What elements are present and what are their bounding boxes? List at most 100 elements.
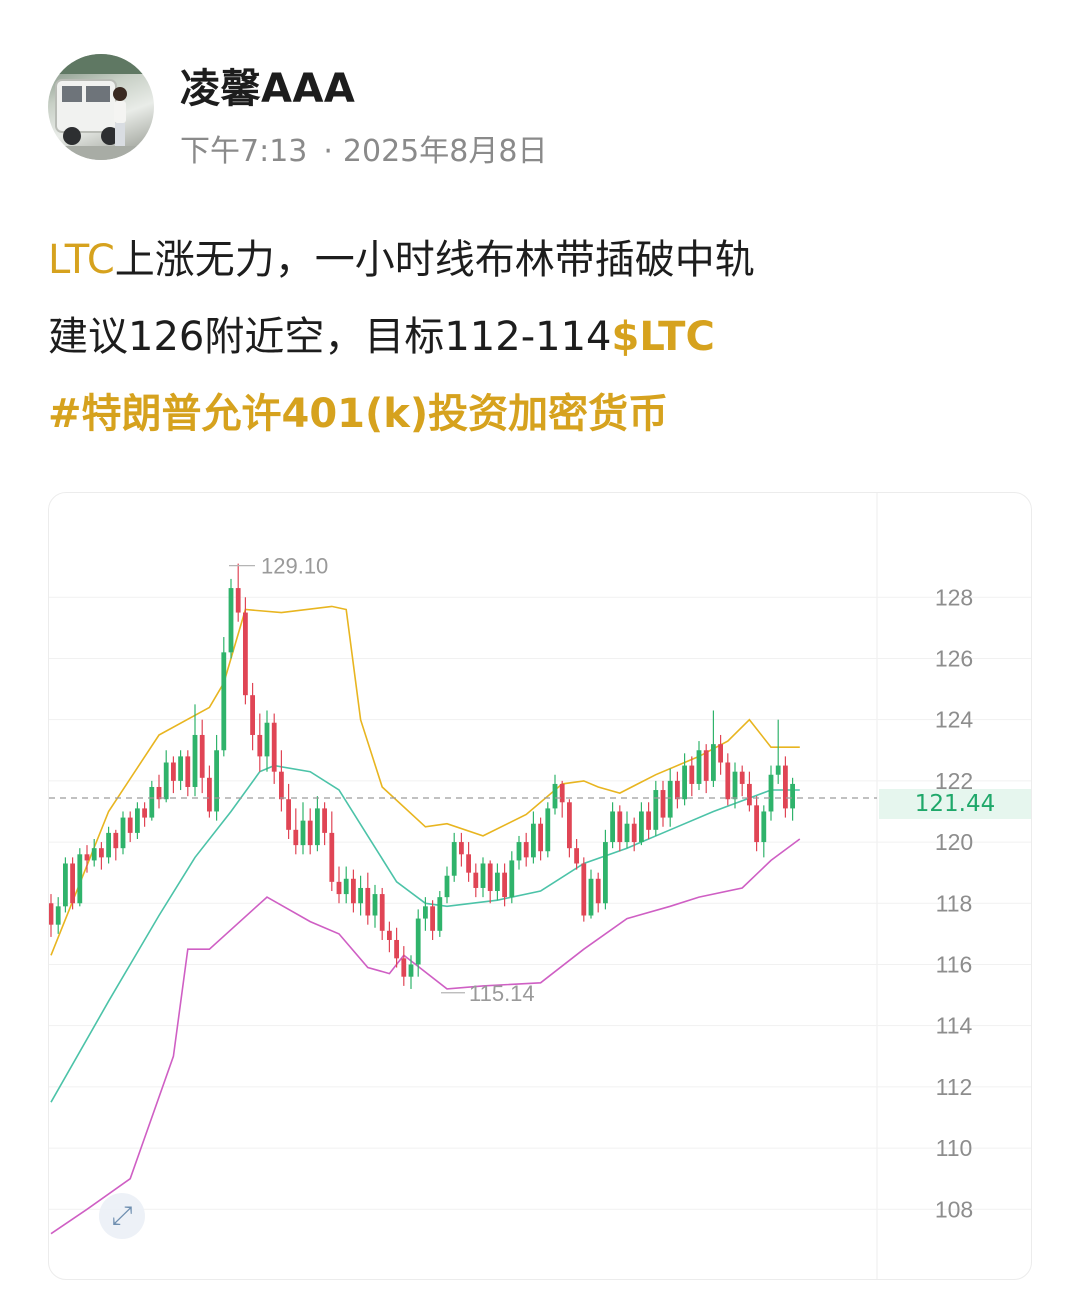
candle-body [221, 652, 227, 751]
candle-body [516, 842, 522, 861]
candle-body [581, 863, 587, 916]
y-tick-label: 110 [936, 1135, 973, 1161]
candle-body [257, 734, 263, 757]
y-tick-label: 128 [935, 584, 973, 610]
post-line-1: LTC上涨无力，一小时线布林带插破中轨 [48, 222, 1038, 299]
candle-body [264, 722, 270, 757]
meta-separator: · [323, 134, 333, 169]
candle-body [437, 897, 443, 931]
author-name[interactable]: 凌馨AAA [180, 56, 355, 114]
candle-body [279, 771, 284, 800]
candle-body [459, 842, 464, 855]
candle-body [322, 808, 327, 833]
candle-body [315, 808, 320, 846]
candle-body [63, 863, 68, 907]
candle-body [250, 695, 255, 735]
y-tick-label: 126 [935, 645, 973, 671]
candle-body [156, 786, 162, 800]
candle-body [84, 854, 90, 861]
candle-body [192, 734, 198, 787]
candle-body [660, 790, 666, 818]
candle-body [466, 854, 471, 873]
candle-body [394, 939, 399, 959]
candlestick-chart[interactable]: 128126124122120118116114112110108129.101… [49, 493, 1031, 1279]
candle-body [430, 906, 435, 931]
candle-body [667, 780, 673, 818]
candle-body [243, 612, 248, 696]
candle-body [574, 848, 579, 864]
candle-body [55, 906, 61, 925]
candle-body [127, 817, 133, 833]
candle-body [617, 811, 623, 843]
candle-body [531, 823, 536, 858]
candle-body [502, 872, 507, 898]
candle-body [214, 750, 219, 812]
post-text-2: 建议126附近空，目标112-114 [48, 314, 612, 360]
candle-body [703, 750, 709, 781]
candle-body [365, 887, 371, 916]
candle-body [293, 829, 299, 846]
symbol-link[interactable]: LTC [48, 237, 115, 283]
candle-body [271, 722, 277, 772]
candle-body [70, 863, 75, 904]
candle-body [228, 588, 234, 653]
candle-body [343, 878, 349, 895]
candle-body [675, 780, 680, 800]
candle-body [185, 756, 191, 787]
candle-body [372, 894, 378, 916]
candle-body [732, 771, 738, 800]
price-chart-card[interactable]: 128 126 124 122 120 118 116 114 112 110 108 129.10 1… [48, 492, 1032, 1280]
candle-body [768, 774, 774, 812]
candle-body [163, 762, 169, 800]
candle-body [106, 832, 111, 858]
candle-body [495, 872, 500, 892]
candle-body [401, 958, 407, 977]
candle-body [199, 734, 205, 778]
post-date: 2025年8月8日 [342, 134, 548, 169]
candle-body [99, 848, 104, 858]
high-price-label: 129.10 [261, 554, 328, 579]
candle-body [595, 878, 601, 904]
candle-body [149, 786, 155, 818]
candle-body [336, 881, 342, 895]
y-tick-label: 108 [935, 1196, 973, 1222]
y-tick-label: 124 [935, 707, 974, 733]
candle-body [696, 750, 702, 784]
candle-body [451, 842, 457, 876]
candle-body [387, 930, 392, 940]
avatar-photo-icon [48, 54, 154, 160]
cashtag-link[interactable]: $LTC [611, 314, 714, 360]
expand-chart-button[interactable]: ⤢ [99, 1193, 145, 1239]
candle-body [783, 765, 788, 809]
post-body: LTC上涨无力，一小时线布林带插破中轨 建议126附近空，目标112-114$L… [48, 222, 1038, 453]
hashtag-link[interactable]: #特朗普允许401(k)投资加密货币 [48, 376, 1038, 453]
candle-body [747, 783, 752, 806]
expand-diagonal-icon: ⤢ [111, 1201, 133, 1231]
candle-body [329, 832, 335, 882]
post-line-2: 建议126附近空，目标112-114$LTC [48, 299, 1038, 376]
candle-body [552, 783, 558, 809]
candle-body [487, 863, 493, 892]
candle-body [646, 811, 651, 830]
candle-body [538, 823, 543, 852]
y-tick-label: 114 [936, 1013, 973, 1039]
candle-body [113, 832, 119, 849]
candle-body [610, 811, 615, 843]
avatar[interactable] [48, 54, 154, 160]
candle-body [178, 756, 183, 781]
y-tick-label: 118 [936, 890, 973, 916]
candle-body [603, 842, 608, 904]
candle-body [567, 802, 572, 849]
candle-body [77, 854, 83, 904]
candle-body [171, 762, 176, 781]
candle-body [358, 887, 363, 904]
candle-body [559, 783, 565, 803]
candle-body [142, 808, 147, 818]
post-header: 凌馨AAA 下午7:13 · 2025年8月8日 [48, 52, 1028, 169]
candle-body [379, 894, 385, 931]
y-tick-label: 120 [935, 829, 973, 855]
candle-body [207, 777, 212, 812]
candle-body [711, 744, 716, 781]
candle-body [754, 805, 759, 843]
candle-body [689, 765, 695, 784]
